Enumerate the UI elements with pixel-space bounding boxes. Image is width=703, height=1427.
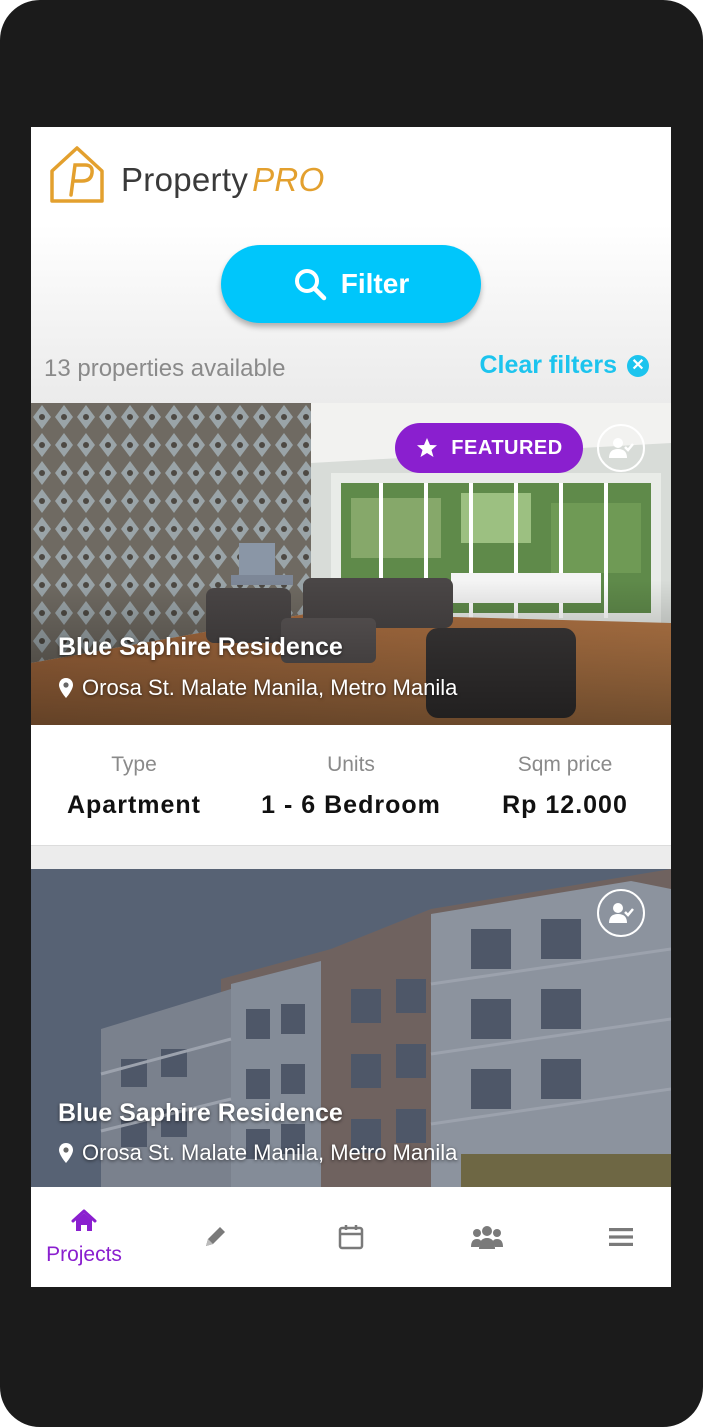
nav-item-projects-label: Projects — [46, 1243, 122, 1266]
bottom-navigation: Projects — [31, 1187, 671, 1287]
info-price-value: Rp 12.000 — [502, 791, 628, 819]
listing-address: Orosa St. Malate Manila, Metro Manila — [58, 675, 457, 701]
listing-card-image[interactable]: FEATURED Blue Saphire Residence Orosa St… — [31, 403, 671, 725]
info-price-label: Sqm price — [517, 753, 613, 776]
app-screen: Property PRO Filter 13 properties availab… — [31, 127, 671, 1287]
star-icon — [417, 438, 438, 457]
featured-badge: FEATURED — [395, 423, 583, 473]
listing-address: Orosa St. Malate Manila, Metro Manila — [58, 1140, 457, 1166]
nav-item-calendar[interactable] — [301, 1187, 401, 1287]
results-count: 13 properties available — [44, 355, 286, 382]
info-units-label: Units — [327, 753, 375, 776]
clear-filters-label: Clear filters — [479, 351, 617, 379]
user-check-icon — [609, 438, 634, 458]
nav-item-team[interactable] — [437, 1187, 537, 1287]
listing-address-text: Orosa St. Malate Manila, Metro Manila — [82, 1140, 458, 1165]
search-icon — [294, 269, 327, 301]
listing-address-text: Orosa St. Malate Manila, Metro Manila — [82, 675, 458, 700]
listing-card-image[interactable]: Blue Saphire Residence Orosa St. Malate … — [31, 869, 671, 1187]
app-header: Property PRO — [31, 127, 671, 225]
house-logo-icon — [50, 146, 104, 203]
close-circle-icon: ✕ — [627, 354, 649, 377]
brand-logo: Property PRO — [121, 161, 325, 199]
nav-item-edit[interactable] — [165, 1187, 265, 1287]
listing-info-bar: Type Apartment Units 1 - 6 Bedroom Sqm p… — [31, 725, 671, 846]
pencil-icon — [206, 1227, 225, 1246]
users-icon — [471, 1226, 503, 1249]
filter-button[interactable]: Filter — [221, 245, 481, 323]
info-price: Sqm price Rp 12.000 — [477, 753, 653, 820]
nav-item-menu[interactable] — [571, 1187, 671, 1287]
agent-verified-button[interactable] — [597, 889, 645, 937]
info-type-value: Apartment — [66, 791, 201, 819]
info-type-label: Type — [111, 753, 157, 776]
filter-button-label: Filter — [340, 268, 410, 299]
home-icon — [71, 1209, 97, 1231]
info-type: Type Apartment — [51, 753, 217, 820]
calendar-icon — [338, 1225, 364, 1250]
filter-area: Filter 13 properties available Clear fil… — [31, 225, 671, 403]
user-check-icon — [609, 903, 634, 923]
featured-label: FEATURED — [451, 436, 563, 459]
brand-suffix: PRO — [252, 161, 325, 198]
listing-title: Blue Saphire Residence — [58, 633, 343, 661]
info-units-value: 1 - 6 Bedroom — [261, 791, 441, 819]
listing-title: Blue Saphire Residence — [58, 1099, 343, 1127]
menu-icon — [609, 1228, 633, 1246]
brand-name: Property — [121, 161, 249, 198]
map-pin-icon — [59, 1143, 73, 1163]
agent-verified-button[interactable] — [597, 424, 645, 472]
clear-filters-link[interactable]: Clear filters ✕ — [479, 351, 649, 380]
nav-item-projects[interactable]: Projects — [31, 1187, 137, 1287]
info-units: Units 1 - 6 Bedroom — [244, 753, 458, 820]
map-pin-icon — [59, 678, 73, 698]
